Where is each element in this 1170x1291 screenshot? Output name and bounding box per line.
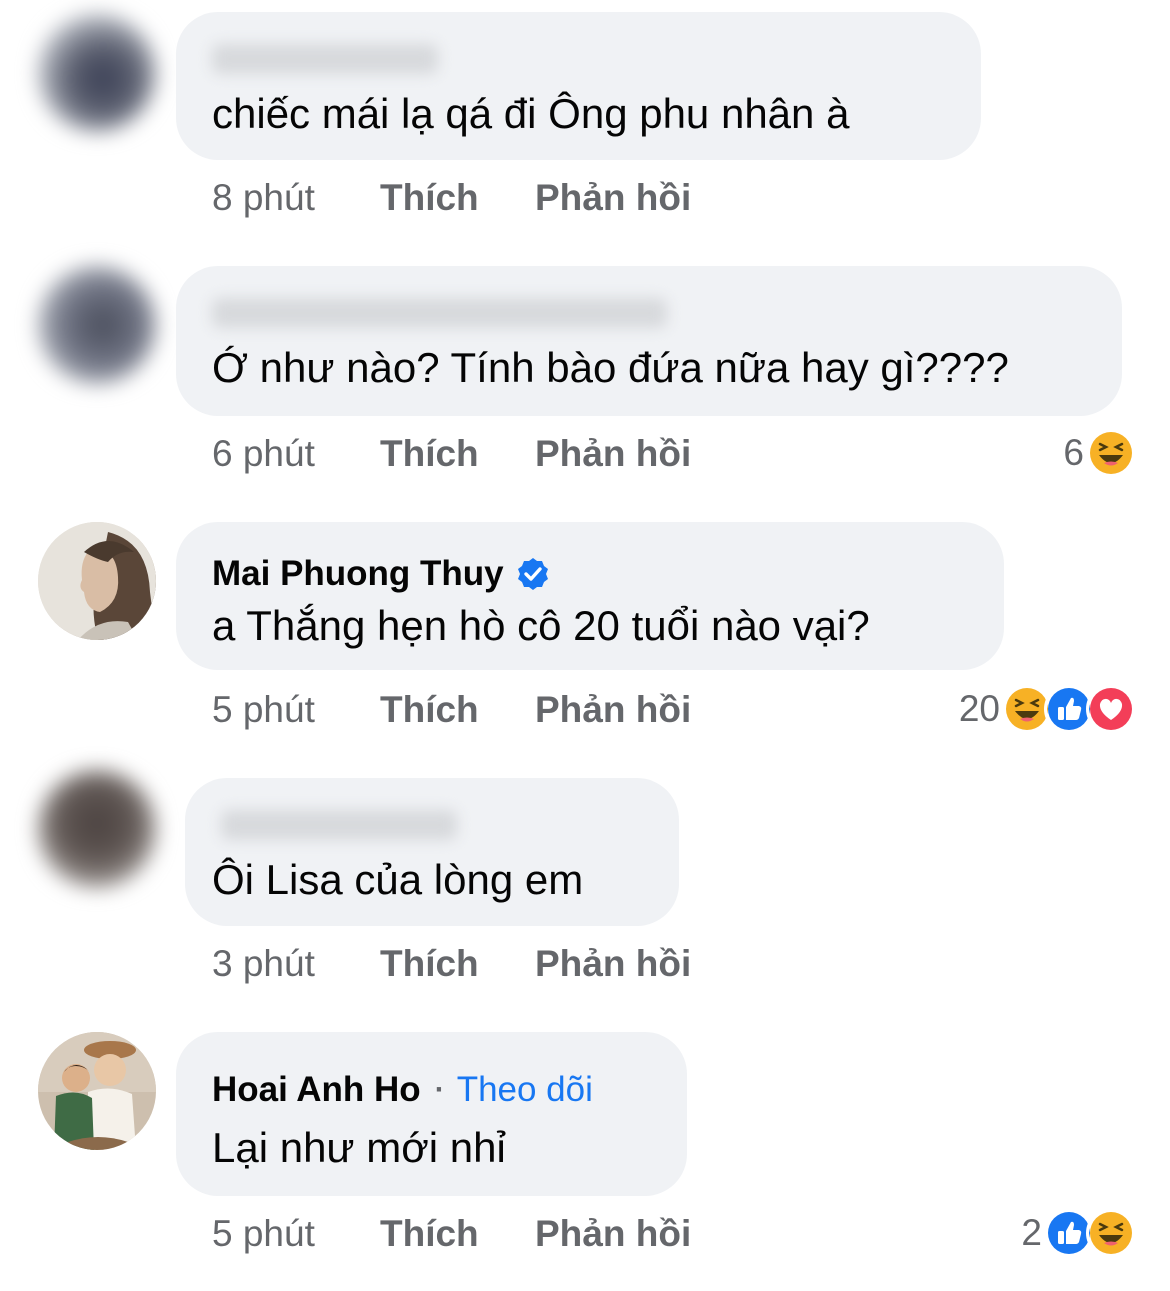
follow-button[interactable]: Theo dõi bbox=[457, 1068, 593, 1112]
comment-text: Ôi Lisa của lòng em bbox=[212, 856, 584, 903]
like-button[interactable]: Thích bbox=[380, 176, 535, 220]
comment-bubble: chiếc mái lạ qá đi Ông phu nhân à bbox=[176, 12, 981, 160]
author-name[interactable]: Hoai Anh Ho bbox=[212, 1068, 421, 1112]
comment-text: Ớ như nào? Tính bào đứa nữa hay gì???? bbox=[212, 344, 1009, 391]
comment-time[interactable]: 3 phút bbox=[212, 942, 380, 986]
reply-button[interactable]: Phản hồi bbox=[535, 1212, 691, 1256]
comment-actions: 5 phút Thích Phản hồi bbox=[212, 1212, 691, 1256]
like-button[interactable]: Thích bbox=[380, 688, 535, 732]
reply-button[interactable]: Phản hồi bbox=[535, 688, 691, 732]
comment-time[interactable]: 8 phút bbox=[212, 176, 380, 220]
haha-icon bbox=[1086, 1208, 1136, 1258]
love-icon bbox=[1086, 684, 1136, 734]
reaction-summary[interactable]: 2 bbox=[1021, 1208, 1136, 1258]
comment-time[interactable]: 5 phút bbox=[212, 1212, 380, 1256]
avatar[interactable] bbox=[38, 770, 156, 888]
reply-button[interactable]: Phản hồi bbox=[535, 942, 691, 986]
reply-button[interactable]: Phản hồi bbox=[535, 176, 691, 220]
comment-bubble: Mai Phuong Thuy a Thắng hẹn hò cô 20 tuổ… bbox=[176, 522, 1004, 670]
like-button[interactable]: Thích bbox=[380, 1212, 535, 1256]
avatar[interactable] bbox=[38, 522, 156, 640]
avatar[interactable] bbox=[38, 1032, 156, 1150]
like-button[interactable]: Thích bbox=[380, 942, 535, 986]
comment-bubble: Hoai Anh Ho · Theo dõi Lại như mới nhỉ bbox=[176, 1032, 687, 1196]
like-button[interactable]: Thích bbox=[380, 432, 535, 476]
comment-actions: 3 phút Thích Phản hồi bbox=[212, 942, 691, 986]
comment-text: chiếc mái lạ qá đi Ông phu nhân à bbox=[212, 90, 850, 137]
reaction-summary[interactable]: 20 bbox=[959, 684, 1136, 734]
reply-button[interactable]: Phản hồi bbox=[535, 432, 691, 476]
comment-actions: 6 phút Thích Phản hồi bbox=[212, 432, 691, 476]
haha-icon bbox=[1086, 428, 1136, 478]
avatar[interactable] bbox=[38, 14, 156, 132]
avatar-photo bbox=[38, 1032, 156, 1150]
comment-bubble: Ớ như nào? Tính bào đứa nữa hay gì???? bbox=[176, 266, 1122, 416]
reaction-summary[interactable]: 6 bbox=[1063, 428, 1136, 478]
comment-bubble: Ôi Lisa của lòng em bbox=[185, 778, 679, 926]
author-row: Hoai Anh Ho · Theo dõi bbox=[212, 1068, 651, 1112]
reaction-count: 6 bbox=[1063, 432, 1084, 473]
comment-time[interactable]: 5 phút bbox=[212, 688, 380, 732]
verified-badge-icon bbox=[517, 558, 548, 590]
author-row: Mai Phuong Thuy bbox=[212, 552, 968, 596]
author-name-redacted bbox=[212, 44, 438, 74]
comment-text: a Thắng hẹn hò cô 20 tuổi nào vại? bbox=[212, 602, 870, 649]
author-name-redacted bbox=[212, 298, 667, 328]
comment-actions: 8 phút Thích Phản hồi bbox=[212, 176, 691, 220]
author-name-redacted bbox=[221, 810, 457, 840]
reaction-count: 20 bbox=[958, 688, 1000, 729]
comment-text: Lại như mới nhỉ bbox=[212, 1124, 506, 1171]
comment-time[interactable]: 6 phút bbox=[212, 432, 380, 476]
avatar-portrait bbox=[38, 522, 156, 640]
author-name[interactable]: Mai Phuong Thuy bbox=[212, 552, 504, 596]
comment-actions: 5 phút Thích Phản hồi bbox=[212, 688, 691, 732]
avatar[interactable] bbox=[38, 266, 156, 384]
reaction-count: 2 bbox=[1021, 1212, 1042, 1253]
separator-dot: · bbox=[434, 1073, 445, 1106]
